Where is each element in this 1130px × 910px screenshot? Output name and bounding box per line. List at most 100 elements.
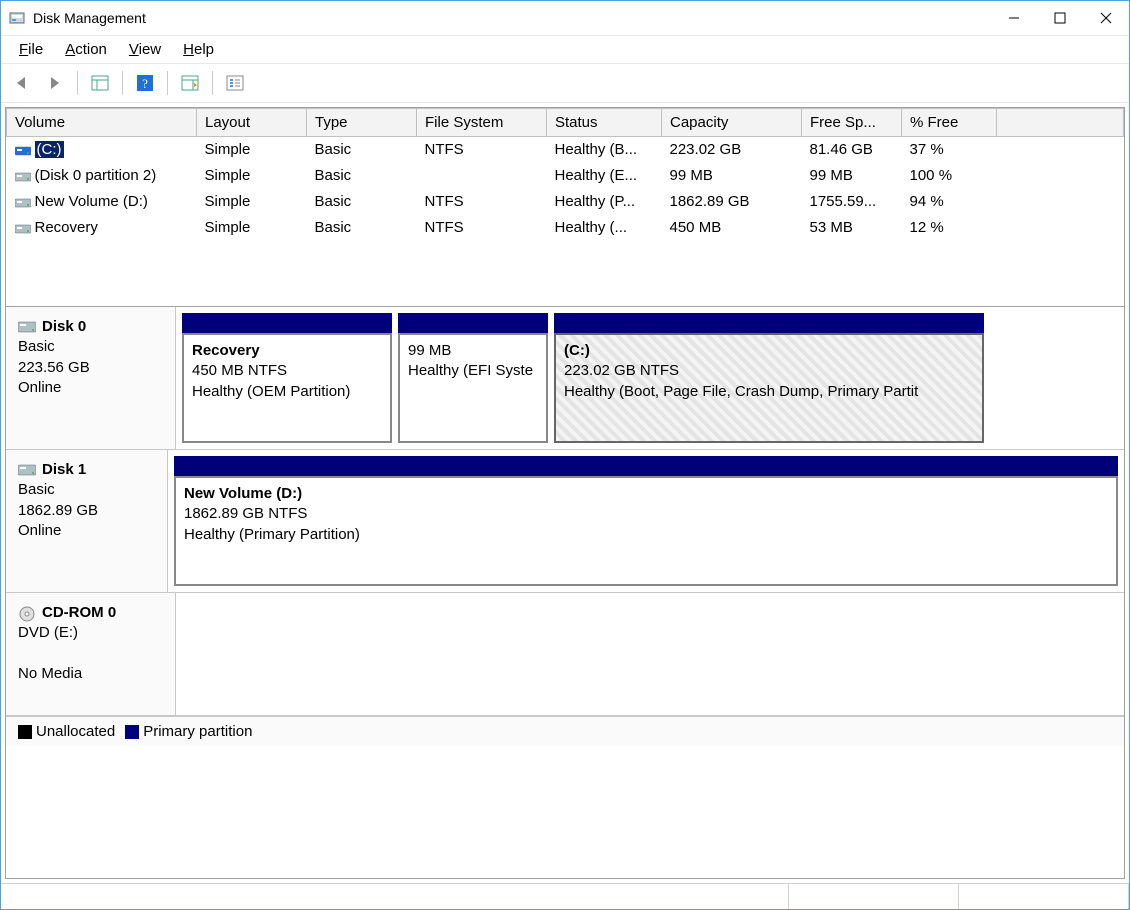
col-filesystem[interactable]: File System xyxy=(417,109,547,137)
table-row[interactable]: (C:)SimpleBasicNTFSHealthy (B...223.02 G… xyxy=(7,137,1124,163)
disk-kind: Basic xyxy=(18,480,155,500)
volume-list-pane[interactable]: Volume Layout Type File System Status Ca… xyxy=(5,107,1125,307)
volume-name: (Disk 0 partition 2) xyxy=(35,167,157,184)
cell-capacity: 450 MB xyxy=(662,215,802,241)
help-button[interactable]: ? xyxy=(131,69,159,97)
col-pctfree[interactable]: % Free xyxy=(902,109,997,137)
back-button[interactable] xyxy=(9,69,37,97)
close-button[interactable] xyxy=(1083,1,1129,35)
disk-header[interactable]: Disk 1Basic1862.89 GBOnline xyxy=(6,450,168,592)
disk-size: 223.56 GB xyxy=(18,358,163,378)
cell-status: Healthy (B... xyxy=(547,137,662,163)
menu-help[interactable]: Help xyxy=(173,39,224,60)
col-capacity[interactable]: Capacity xyxy=(662,109,802,137)
cell-layout: Simple xyxy=(197,163,307,189)
toolbar-separator xyxy=(122,71,123,95)
disk-graph-pane[interactable]: Disk 0Basic223.56 GBOnlineRecovery450 MB… xyxy=(5,307,1125,879)
disk-body: New Volume (D:)1862.89 GB NTFSHealthy (P… xyxy=(168,450,1124,592)
disk-icon xyxy=(18,320,36,334)
maximize-button[interactable] xyxy=(1037,1,1083,35)
cell-fs: NTFS xyxy=(417,189,547,215)
table-row[interactable]: RecoverySimpleBasicNTFSHealthy (...450 M… xyxy=(7,215,1124,241)
statusbar xyxy=(1,883,1129,909)
partition-box[interactable]: Recovery450 MB NTFSHealthy (OEM Partitio… xyxy=(182,333,392,443)
cell-free: 53 MB xyxy=(802,215,902,241)
legend-primary-label: Primary partition xyxy=(143,723,252,740)
cell-capacity: 99 MB xyxy=(662,163,802,189)
cell-capacity: 1862.89 GB xyxy=(662,189,802,215)
disk-state: Online xyxy=(18,521,155,541)
disk-header[interactable]: CD-ROM 0 DVD (E:) No Media xyxy=(6,593,176,715)
show-hide-console-tree-button[interactable] xyxy=(86,69,114,97)
disk-state: No Media xyxy=(18,664,163,684)
swatch-primary xyxy=(125,725,139,739)
partition-title: Recovery xyxy=(192,341,382,361)
cell-layout: Simple xyxy=(197,215,307,241)
svg-text:?: ? xyxy=(142,76,148,91)
menu-file[interactable]: File xyxy=(9,39,53,60)
titlebar[interactable]: Disk Management xyxy=(1,1,1129,35)
cell-status: Healthy (E... xyxy=(547,163,662,189)
disk-row: CD-ROM 0 DVD (E:) No Media xyxy=(6,593,1124,716)
cell-type: Basic xyxy=(307,137,417,163)
partition-size: 1862.89 GB NTFS xyxy=(184,504,1108,524)
partition-color-bar xyxy=(174,456,1118,476)
drive-icon xyxy=(15,222,31,234)
disk-row: Disk 1Basic1862.89 GBOnlineNew Volume (D… xyxy=(6,450,1124,593)
disk-name: CD-ROM 0 xyxy=(42,604,116,621)
toolbar-separator xyxy=(212,71,213,95)
partition-title: (C:) xyxy=(564,341,974,361)
cell-free: 81.46 GB xyxy=(802,137,902,163)
cell-capacity: 223.02 GB xyxy=(662,137,802,163)
cell-fs: NTFS xyxy=(417,137,547,163)
drive-icon xyxy=(15,196,31,208)
table-row[interactable]: New Volume (D:)SimpleBasicNTFSHealthy (P… xyxy=(7,189,1124,215)
col-type[interactable]: Type xyxy=(307,109,417,137)
col-layout[interactable]: Layout xyxy=(197,109,307,137)
partition-status: Healthy (EFI Syste xyxy=(408,361,538,381)
cell-type: Basic xyxy=(307,163,417,189)
disk-body xyxy=(176,593,1124,715)
menu-action[interactable]: Action xyxy=(55,39,117,60)
disk-icon xyxy=(18,463,36,477)
col-freespace[interactable]: Free Sp... xyxy=(802,109,902,137)
partition-status: Healthy (Primary Partition) xyxy=(184,525,1108,545)
disk-size: 1862.89 GB xyxy=(18,501,155,521)
toolbar: ? xyxy=(1,63,1129,103)
partition-box[interactable]: 99 MBHealthy (EFI Syste xyxy=(398,333,548,443)
disk-row: Disk 0Basic223.56 GBOnlineRecovery450 MB… xyxy=(6,307,1124,450)
cell-type: Basic xyxy=(307,215,417,241)
disk-body: Recovery450 MB NTFSHealthy (OEM Partitio… xyxy=(176,307,1124,449)
window-title: Disk Management xyxy=(33,10,991,26)
partition-color-bar xyxy=(398,313,548,333)
swatch-unallocated xyxy=(18,725,32,739)
disk-management-window: Disk Management File Action View Help ? … xyxy=(0,0,1130,910)
drive-icon xyxy=(15,170,31,182)
partition-box[interactable]: New Volume (D:)1862.89 GB NTFSHealthy (P… xyxy=(174,476,1118,586)
partition-box[interactable]: (C:)223.02 GB NTFSHealthy (Boot, Page Fi… xyxy=(554,333,984,443)
col-extra[interactable] xyxy=(997,109,1124,137)
legend-unallocated-label: Unallocated xyxy=(36,723,115,740)
cell-pct: 100 % xyxy=(902,163,997,189)
partition-size: 223.02 GB NTFS xyxy=(564,361,974,381)
volume-name: Recovery xyxy=(35,219,98,236)
minimize-button[interactable] xyxy=(991,1,1037,35)
col-volume[interactable]: Volume xyxy=(7,109,197,137)
drive-icon xyxy=(15,144,31,156)
partition-status: Healthy (OEM Partition) xyxy=(192,382,382,402)
disk-kind: DVD (E:) xyxy=(18,623,163,643)
table-row[interactable]: (Disk 0 partition 2) SimpleBasic Healthy (… xyxy=(7,163,1124,189)
partition-status: Healthy (Boot, Page File, Crash Dump, Pr… xyxy=(564,382,974,402)
cell-free: 1755.59... xyxy=(802,189,902,215)
volume-name: New Volume (D:) xyxy=(35,193,148,210)
settings-button[interactable] xyxy=(221,69,249,97)
disk-header[interactable]: Disk 0Basic223.56 GBOnline xyxy=(6,307,176,449)
menu-view[interactable]: View xyxy=(119,39,171,60)
disk-kind: Basic xyxy=(18,337,163,357)
col-status[interactable]: Status xyxy=(547,109,662,137)
content-area: Volume Layout Type File System Status Ca… xyxy=(1,103,1129,883)
show-hide-action-pane-button[interactable] xyxy=(176,69,204,97)
cell-layout: Simple xyxy=(197,189,307,215)
forward-button[interactable] xyxy=(41,69,69,97)
app-icon xyxy=(9,10,25,26)
